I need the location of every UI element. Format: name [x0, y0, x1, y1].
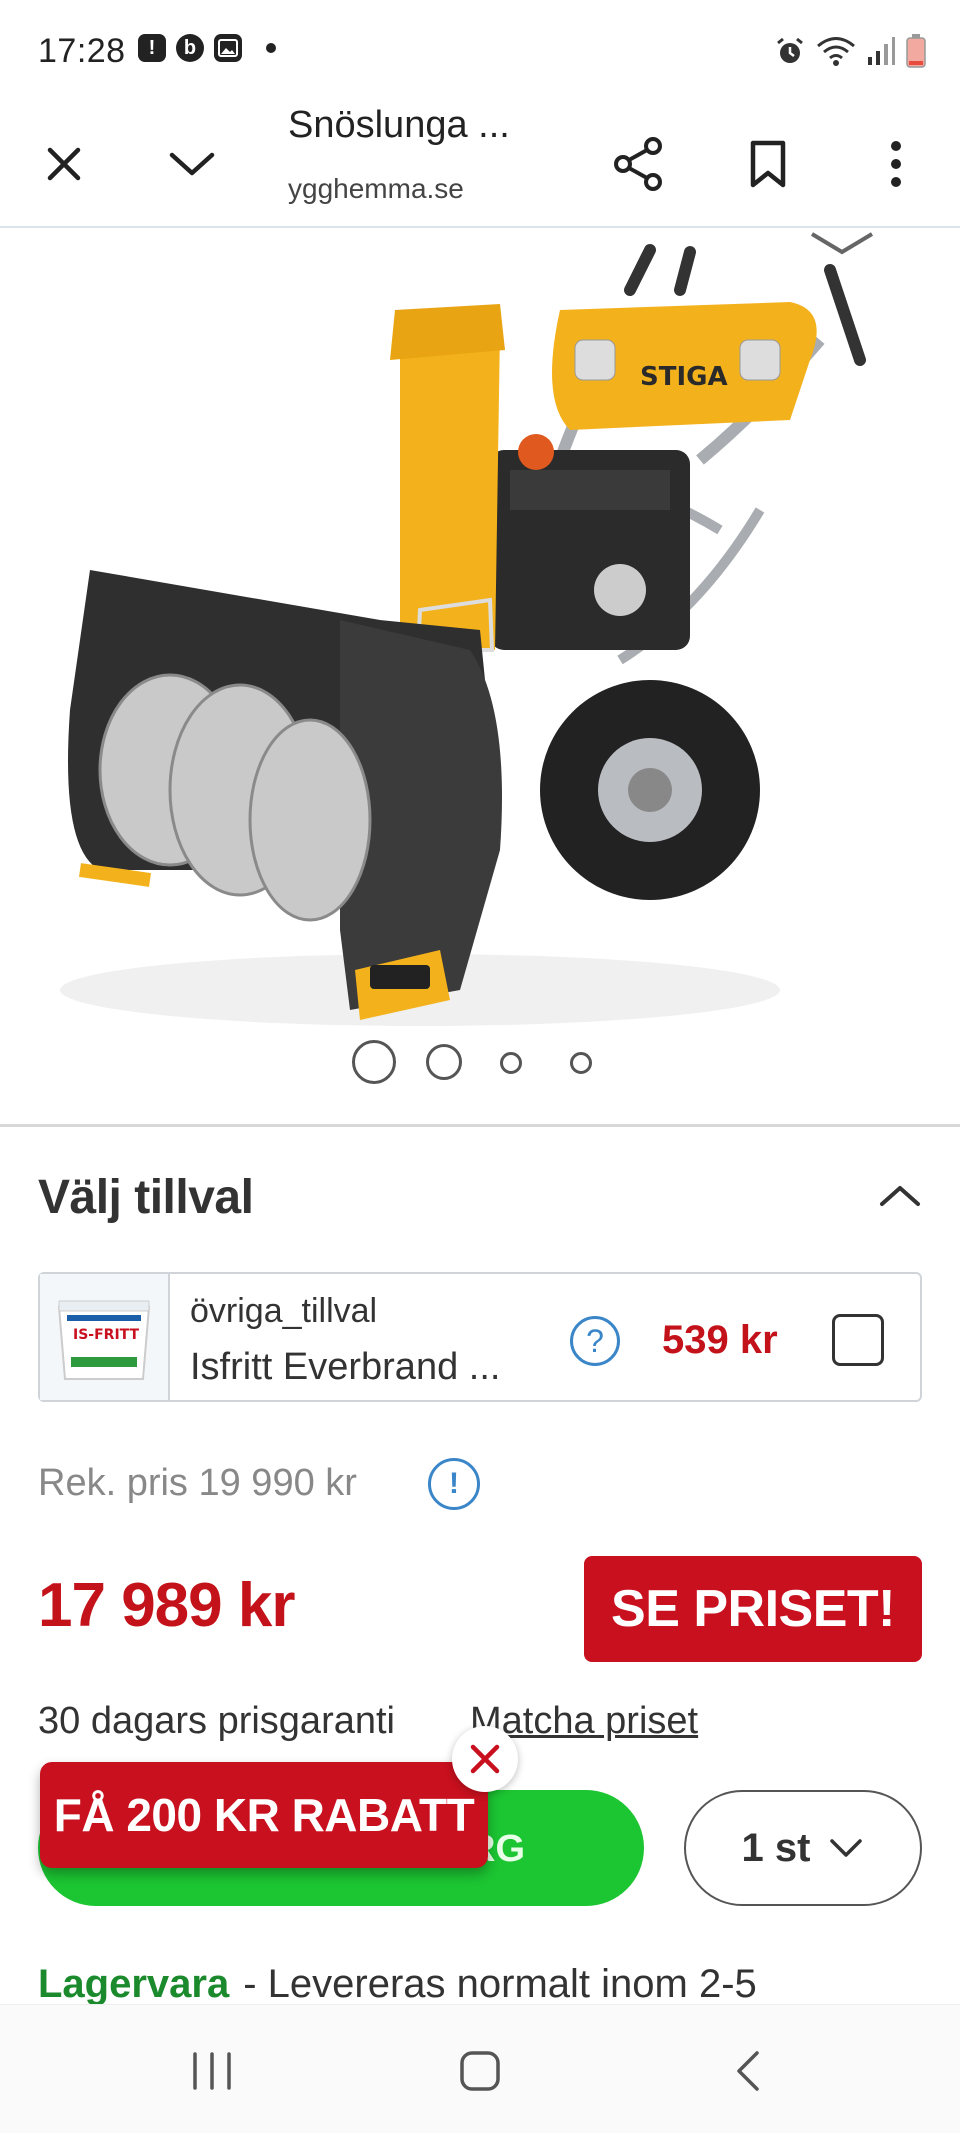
status-time: 17:28 [38, 32, 126, 70]
more-options-button[interactable] [858, 126, 934, 202]
battery-icon [906, 34, 926, 68]
b-app-icon: b [176, 34, 204, 62]
current-price: 17 989 kr [38, 1571, 295, 1640]
alarm-icon [777, 37, 803, 63]
home-button[interactable] [440, 2041, 520, 2101]
snow-blower-image: STIGA [60, 232, 874, 1026]
recent-apps-button[interactable] [172, 2041, 252, 2101]
addon-thumbnail: IS-FRITT [40, 1274, 170, 1400]
back-icon [737, 2051, 759, 2091]
alert-icon: ! [138, 34, 166, 62]
system-icons [774, 34, 926, 68]
addon-name[interactable]: Isfritt Everbrand ... [190, 1346, 500, 1389]
carousel-dot-2[interactable] [426, 1044, 462, 1080]
discount-promo-banner[interactable]: FÅ 200 KR RABATT [40, 1762, 488, 1868]
recommended-price: Rek. pris 19 990 kr [38, 1462, 357, 1504]
addon-card[interactable]: IS-FRITT övriga_tillval Isfritt Everbran… [38, 1272, 922, 1402]
options-title: Välj tillval [38, 1171, 254, 1224]
page-title[interactable]: Snöslunga ... [288, 104, 510, 147]
share-icon [614, 137, 662, 191]
notification-icons: ! b [138, 34, 276, 62]
addon-price: 539 kr [662, 1318, 778, 1362]
section-divider [0, 1124, 960, 1127]
chevron-up-icon [880, 1186, 920, 1206]
status-bar: 17:28 ! b [0, 0, 960, 100]
info-icon[interactable]: ! [428, 1458, 480, 1510]
share-button[interactable] [600, 126, 676, 202]
carousel-dots [0, 1040, 960, 1088]
close-icon [47, 147, 81, 181]
see-price-button[interactable]: SE PRISET! [584, 1556, 922, 1662]
page-url[interactable]: ygghemma.se [288, 173, 464, 205]
addon-checkbox[interactable] [832, 1314, 884, 1366]
minimize-button[interactable] [154, 126, 230, 202]
addon-category: övriga_tillval [190, 1292, 378, 1330]
back-button[interactable] [708, 2041, 788, 2101]
stock-info: Lagervara - Levereras normalt inom 2-5 [38, 1962, 757, 2007]
price-guarantee: 30 dagars prisgaranti [38, 1700, 395, 1742]
product-bucket-image: IS-FRITT [57, 1300, 151, 1380]
bookmark-button[interactable] [730, 126, 806, 202]
wifi-icon [817, 37, 855, 66]
more-icon [891, 141, 901, 187]
collapse-options-button[interactable] [876, 1180, 924, 1220]
recent-apps-icon [193, 2052, 231, 2090]
svg-text:STIGA: STIGA [640, 362, 728, 392]
carousel-dot-1[interactable] [352, 1040, 396, 1084]
home-icon [460, 2051, 500, 2091]
gallery-icon [214, 34, 242, 62]
close-tab-button[interactable] [26, 126, 102, 202]
chevron-down-icon [169, 152, 215, 176]
carousel-dot-4[interactable] [570, 1052, 592, 1074]
stock-status: Lagervara [38, 1962, 230, 2006]
close-icon [470, 1744, 500, 1774]
bookmark-icon [750, 140, 786, 188]
quantity-select[interactable]: 1 st [684, 1790, 922, 1906]
product-image[interactable]: STIGA [0, 230, 960, 1126]
carousel-dot-3[interactable] [500, 1052, 522, 1074]
system-nav-bar [0, 2004, 960, 2133]
chevron-down-icon [830, 1839, 863, 1857]
close-promo-button[interactable] [452, 1726, 518, 1792]
help-icon[interactable]: ? [570, 1316, 620, 1366]
addon-thumb-label: IS-FRITT [73, 1327, 140, 1343]
more-notifications-dot [266, 43, 276, 53]
delivery-text: - Levereras normalt inom 2-5 [243, 1962, 757, 2006]
quantity-value: 1 st [741, 1825, 811, 1870]
signal-icon [868, 37, 895, 65]
